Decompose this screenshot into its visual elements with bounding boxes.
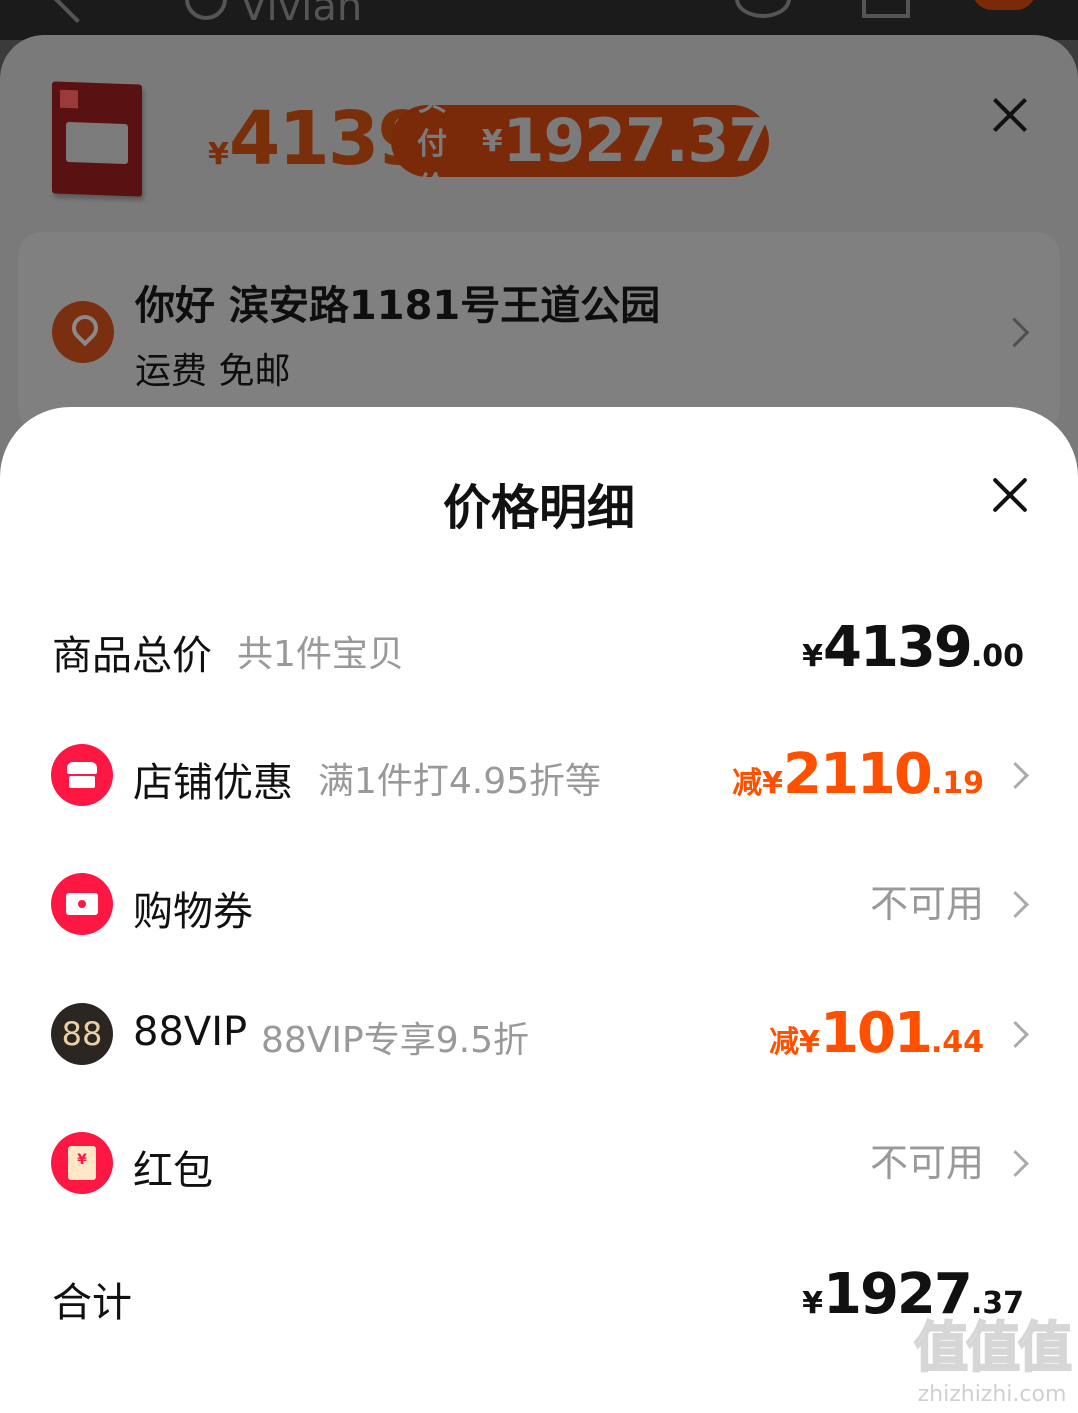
row-label: 88VIP xyxy=(133,1009,248,1055)
chevron-right-icon xyxy=(1002,762,1029,789)
actual-price-label: 实付价 xyxy=(417,83,447,206)
console-image xyxy=(66,121,128,165)
row-value: 不可用 xyxy=(870,859,984,949)
price-row-shop-discount[interactable]: 店铺优惠 满1件打4.95折等 减¥ 2110.19 xyxy=(0,730,1078,820)
row-desc: 88VIP专享9.5折 xyxy=(261,1020,530,1061)
row-label: 红包 xyxy=(133,1148,213,1194)
shipping-fee: 运费 免邮 xyxy=(135,351,291,392)
currency-symbol: ¥ xyxy=(802,1286,823,1321)
top-nav-bar: Vivian xyxy=(0,0,1078,40)
row-value: 减¥ 101.44 xyxy=(769,989,984,1079)
currency-symbol: ¥ xyxy=(802,639,823,674)
total-label: 合计 xyxy=(52,1280,132,1326)
row-label: 商品总价 xyxy=(52,633,212,679)
actual-price-value: 1927.37 xyxy=(502,106,770,176)
discount-prefix: 减¥ xyxy=(769,1025,820,1060)
row-value: 减¥ 2110.19 xyxy=(732,730,984,820)
value-integer: 2110 xyxy=(782,742,933,807)
location-pin-icon xyxy=(52,301,114,363)
address-card[interactable] xyxy=(18,232,1060,432)
chevron-right-icon xyxy=(1002,891,1029,918)
value-integer: 4139 xyxy=(822,615,973,680)
discount-prefix: 减¥ xyxy=(732,766,783,801)
sheet-title: 价格明细 xyxy=(442,480,635,536)
price-row-goods-total: 商品总价 共1件宝贝 ¥4139.00 xyxy=(0,603,1078,693)
price-row-88vip[interactable]: 88 88VIP 88VIP专享9.5折 减¥ 101.44 xyxy=(0,989,1078,1079)
close-icon[interactable] xyxy=(991,476,1029,514)
actual-price-badge: 实付价 ¥ 1927.37 xyxy=(391,83,770,206)
watermark-site: zhizhizhi.com xyxy=(917,1382,1067,1407)
status-text: 不可用 xyxy=(869,1141,984,1185)
red-packet-symbol: ¥ xyxy=(77,1152,87,1168)
close-icon[interactable] xyxy=(990,95,1030,135)
coupon-icon xyxy=(51,873,113,935)
row-label: 店铺优惠 xyxy=(133,760,293,806)
message-icon[interactable] xyxy=(735,0,791,18)
brand-logo-icon xyxy=(60,89,78,109)
back-arrow-icon[interactable] xyxy=(52,0,102,24)
value-decimal: .19 xyxy=(930,766,984,801)
currency-symbol: ¥ xyxy=(208,137,229,172)
row-value: 不可用 xyxy=(870,1118,984,1208)
row-desc: 满1件打4.95折等 xyxy=(318,761,602,802)
search-query[interactable]: Vivian xyxy=(240,0,362,30)
chevron-right-icon xyxy=(1002,1021,1029,1048)
search-icon[interactable] xyxy=(185,0,227,20)
currency-symbol: ¥ xyxy=(481,123,503,159)
row-value: ¥4139.00 xyxy=(802,603,1024,693)
cart-icon[interactable] xyxy=(862,0,910,18)
88vip-icon: 88 xyxy=(51,1003,113,1065)
row-desc: 共1件宝贝 xyxy=(237,634,404,675)
chevron-right-icon xyxy=(1002,1150,1029,1177)
value-decimal: .00 xyxy=(970,639,1024,674)
watermark: 值值值 zhizhizhi.com xyxy=(913,1303,1073,1407)
price-row-shopping-coupon[interactable]: 购物券 不可用 xyxy=(0,859,1078,949)
avatar[interactable] xyxy=(972,0,1036,10)
row-label: 购物券 xyxy=(133,889,253,935)
status-text: 不可用 xyxy=(869,882,984,926)
price-row-red-packet[interactable]: ¥ 红包 不可用 xyxy=(0,1118,1078,1208)
watermark-logo: 值值值 xyxy=(913,1315,1073,1380)
address-title: 你好 滨安路1181号王道公园 xyxy=(135,283,661,329)
value-decimal: .44 xyxy=(930,1025,984,1060)
shop-icon xyxy=(51,744,113,806)
product-thumbnail xyxy=(52,81,142,197)
value-integer: 101 xyxy=(819,1001,933,1066)
red-packet-icon: ¥ xyxy=(51,1132,113,1194)
